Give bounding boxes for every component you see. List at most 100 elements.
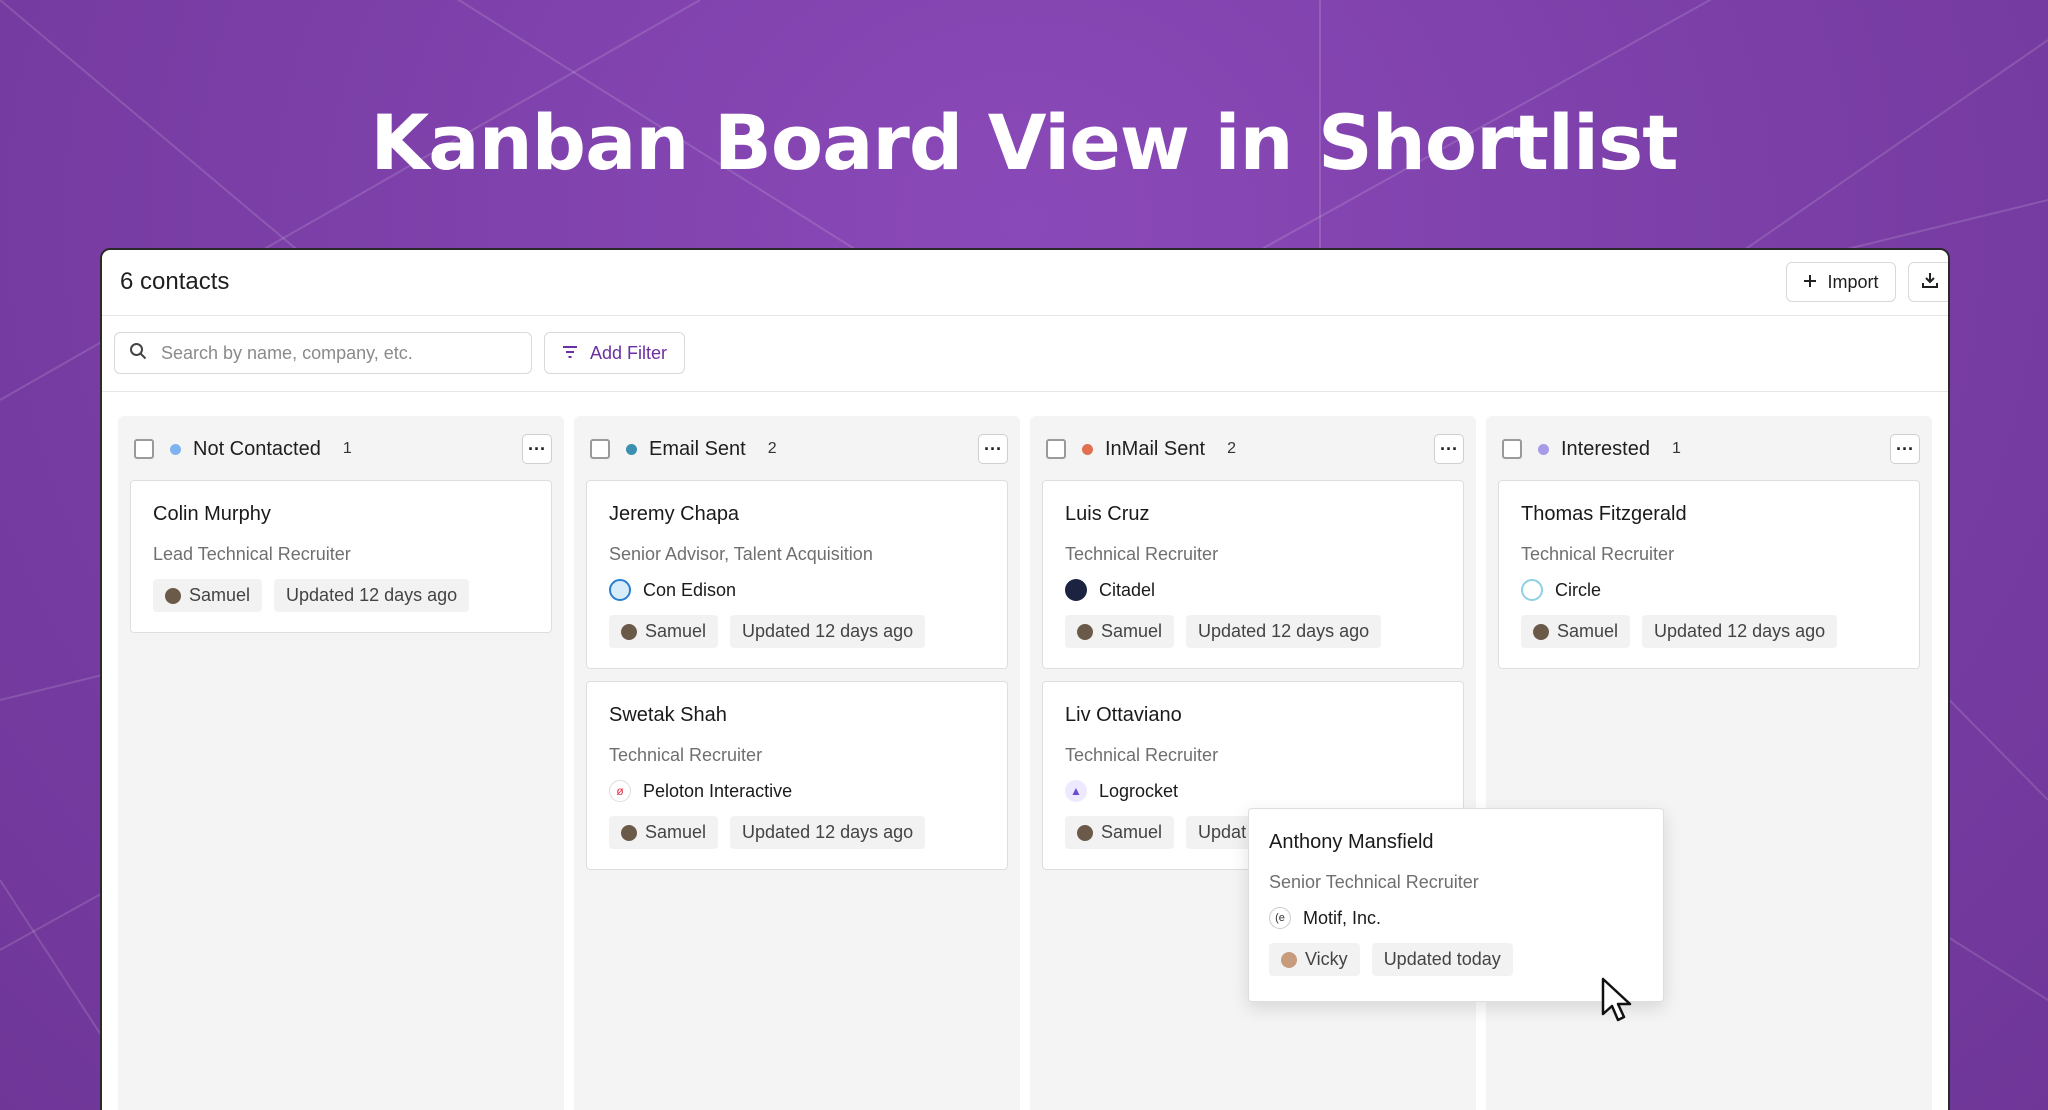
owner-chip: Samuel [1065,816,1175,849]
contact-card[interactable]: Colin Murphy Lead Technical Recruiter Sa… [130,480,552,633]
owner-chip: Samuel [609,816,719,849]
peloton-logo-icon: ø [609,780,631,802]
column-title: Interested [1561,437,1650,460]
contact-name: Jeremy Chapa [609,503,740,525]
avatar [621,824,637,841]
plus-icon [1803,272,1817,293]
add-filter-label: Add Filter [589,342,668,363]
avatar [621,623,637,640]
column-select-checkbox[interactable] [1046,439,1066,459]
avatar [165,587,181,604]
filter-icon [562,343,578,364]
column-select-checkbox[interactable] [590,439,610,459]
column-menu-button[interactable]: ··· [1890,434,1920,464]
motif-logo-icon: (e [1269,907,1291,929]
owner-name: Samuel [645,822,707,842]
contacts-count-title: 6 contacts [120,268,230,295]
owner-name: Samuel [189,585,251,605]
owner-chip: Samuel [153,579,263,612]
rocket-icon: ▲ [1065,780,1087,802]
column-select-checkbox[interactable] [134,439,154,459]
contact-card[interactable]: Thomas Fitzgerald Technical Recruiter Ci… [1498,480,1920,669]
updated-chip: Updated 12 days ago [1186,615,1382,648]
column-count: 2 [1227,440,1236,457]
column-count: 1 [342,440,352,457]
contact-role: Senior Technical Recruiter [1269,872,1479,892]
contact-role: Technical Recruiter [1521,544,1675,564]
topbar: 6 contacts Import [102,250,1948,316]
company-name: Logrocket [1099,780,1179,801]
app-window: 6 contacts Import Add Filter [100,248,1950,1110]
column-title: InMail Sent [1105,437,1206,460]
contact-name: Luis Cruz [1065,503,1150,525]
contact-name: Colin Murphy [153,503,271,525]
import-button[interactable]: Import [1786,262,1896,302]
updated-chip: Updated 12 days ago [1642,615,1838,648]
column-menu-button[interactable]: ··· [1434,434,1464,464]
download-button[interactable] [1908,262,1948,302]
company-name: Con Edison [643,579,737,600]
circle-logo-icon [1521,579,1543,601]
status-dot [170,443,181,455]
contact-role: Lead Technical Recruiter [153,544,351,564]
contact-role: Technical Recruiter [1065,745,1219,765]
mouse-pointer-icon [1600,976,1634,1031]
avatar [1077,824,1093,841]
column-title: Not Contacted [193,437,321,460]
search-input[interactable] [161,342,501,364]
owner-name: Vicky [1305,949,1348,969]
company-name: Peloton Interactive [643,780,793,801]
contact-card[interactable]: Jeremy Chapa Senior Advisor, Talent Acqu… [586,480,1008,669]
updated-chip: Updated 12 days ago [274,579,470,612]
owner-chip: Vicky [1269,943,1360,976]
status-dot [1538,443,1549,455]
company-name: Motif, Inc. [1303,907,1382,928]
column-title: Email Sent [649,437,746,460]
column-menu-button[interactable]: ··· [978,434,1008,464]
contact-role: Technical Recruiter [1065,544,1219,564]
column-menu-button[interactable]: ··· [522,434,552,464]
contact-name: Anthony Mansfield [1269,831,1434,853]
column-not-contacted: Not Contacted 1 ··· Colin Murphy Lead Te… [118,416,564,1110]
owner-chip: Samuel [1065,615,1175,648]
con-edison-logo-icon [609,579,631,601]
owner-name: Samuel [1101,822,1163,842]
add-filter-button[interactable]: Add Filter [544,332,685,374]
contact-card[interactable]: Luis Cruz Technical Recruiter Citadel Sa… [1042,480,1464,669]
more-icon: ··· [1440,439,1458,459]
status-dot [626,443,637,455]
contact-role: Technical Recruiter [609,745,763,765]
contact-name: Thomas Fitzgerald [1521,503,1687,525]
avatar [1533,623,1549,640]
avatar [1281,951,1297,968]
search-box[interactable] [114,332,532,374]
company-name: Citadel [1099,579,1156,600]
contact-name: Liv Ottaviano [1065,704,1182,726]
search-icon [129,342,147,365]
updated-chip: Updated 12 days ago [730,615,926,648]
column-inmail-sent: InMail Sent 2 ··· Luis Cruz Technical Re… [1030,416,1476,1110]
citadel-logo-icon [1065,579,1087,601]
company-name: Circle [1555,579,1602,600]
filter-bar: Add Filter [102,316,1948,392]
import-label: Import [1827,271,1879,292]
download-icon [1921,271,1939,294]
contact-name: Swetak Shah [609,704,727,726]
owner-chip: Samuel [1521,615,1631,648]
contact-card[interactable]: Swetak Shah Technical Recruiter ø Peloto… [586,681,1008,870]
column-count: 2 [767,440,777,457]
more-icon: ··· [984,439,1002,459]
owner-name: Samuel [1557,621,1619,641]
more-icon: ··· [528,439,546,459]
status-dot [1082,443,1093,455]
column-interested: Interested 1 ··· Thomas Fitzgerald Techn… [1486,416,1932,1110]
owner-chip: Samuel [609,615,719,648]
dragging-contact-card[interactable]: Anthony Mansfield Senior Technical Recru… [1248,808,1664,1002]
updated-chip: Updated today [1371,943,1513,976]
more-icon: ··· [1896,439,1914,459]
owner-name: Samuel [645,621,707,641]
contact-role: Senior Advisor, Talent Acquisition [609,544,873,564]
column-select-checkbox[interactable] [1502,439,1522,459]
avatar [1077,623,1093,640]
kanban-board: Not Contacted 1 ··· Colin Murphy Lead Te… [118,416,1936,1110]
